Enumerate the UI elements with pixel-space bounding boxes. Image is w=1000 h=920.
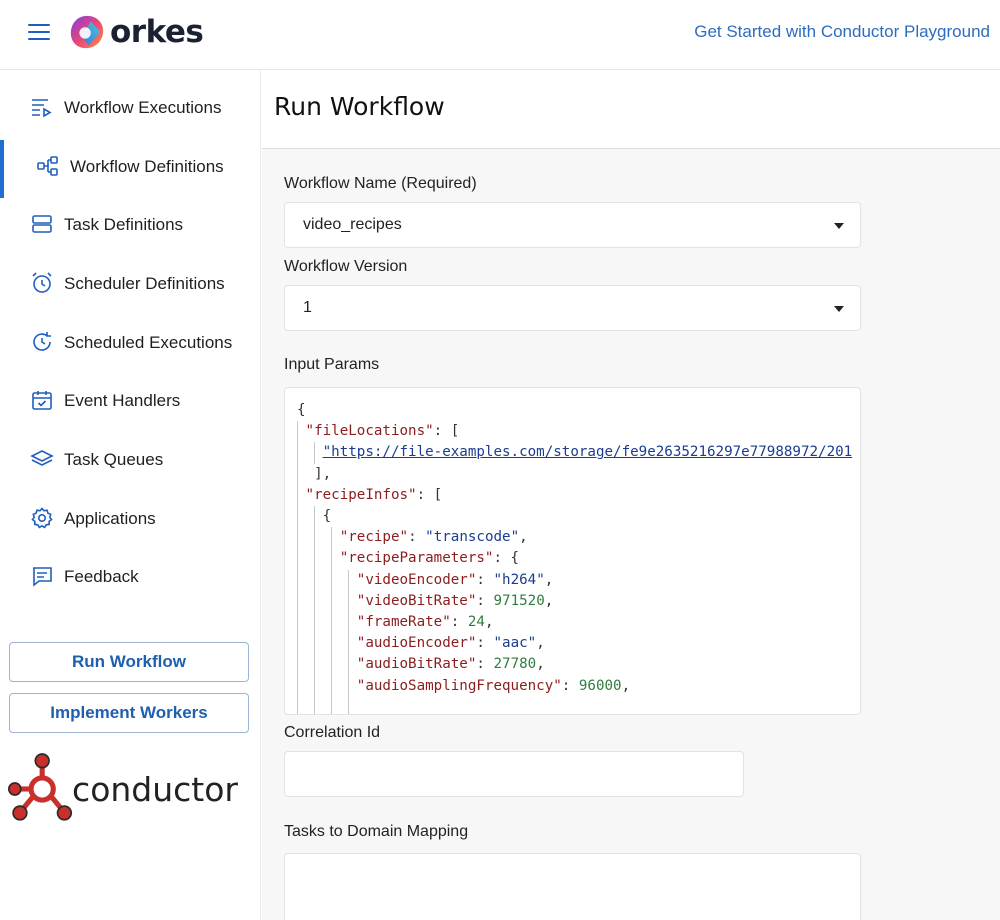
sidebar-item-scheduled-executions[interactable]: Scheduled Executions (0, 318, 261, 368)
sidebar-item-feedback[interactable]: Feedback (0, 552, 261, 602)
sidebar-item-workflow-executions[interactable]: Workflow Executions (0, 83, 261, 133)
workflow-definitions-icon (36, 154, 60, 178)
sidebar-item-label: Event Handlers (64, 391, 181, 410)
code-token: 24 (467, 614, 485, 631)
feedback-icon (30, 564, 54, 588)
calendar-check-icon (30, 388, 54, 412)
dropdown-caret-icon (834, 223, 844, 229)
code-token: "videoBitRate" (356, 592, 477, 609)
tasks-to-domain-input[interactable] (284, 853, 861, 920)
workflow-name-value: video_recipes (303, 216, 402, 233)
orkes-logo[interactable]: orkes (68, 12, 204, 52)
sidebar-item-label: Applications (64, 509, 156, 528)
gear-icon (30, 506, 54, 530)
workflow-version-select[interactable]: 1 (284, 285, 861, 331)
code-token: "audioBitRate" (356, 656, 477, 673)
input-params-editor[interactable]: { "fileLocations": [ "https://file-examp… (284, 387, 861, 715)
layers-icon (30, 447, 54, 471)
sidebar-item-label: Scheduled Executions (64, 333, 233, 352)
brand-name: orkes (110, 14, 204, 50)
sidebar-item-label: Scheduler Definitions (64, 274, 225, 293)
code-token: "recipeInfos" (305, 486, 417, 503)
workflow-name-label: Workflow Name (Required) (284, 175, 477, 192)
sidebar-item-label: Feedback (64, 567, 139, 586)
main-content: Run Workflow Workflow Name (Required) vi… (262, 70, 1000, 920)
conductor-logo: conductor (8, 744, 238, 834)
refresh-clock-icon (30, 330, 54, 354)
page-title: Run Workflow (274, 92, 445, 121)
code-token: "fileLocations" (305, 423, 434, 440)
sidebar-item-label: Workflow Executions (64, 98, 222, 117)
code-token: { (297, 402, 306, 418)
code-token: "transcode" (425, 529, 520, 546)
code-token: "https://file-examples.com/storage/fe9e2… (322, 444, 853, 461)
code-token: "recipeParameters" (339, 550, 494, 567)
code-token: "aac" (493, 635, 537, 652)
sidebar: Workflow Executions Workflow Definitions… (0, 70, 261, 920)
sidebar-item-task-queues[interactable]: Task Queues (0, 435, 261, 485)
code-token: 971520 (493, 592, 545, 609)
code-token: 27780 (493, 656, 537, 673)
hamburger-menu-icon[interactable] (28, 22, 50, 42)
input-params-label: Input Params (284, 356, 380, 373)
run-workflow-button[interactable]: Run Workflow (9, 642, 249, 682)
orkes-logo-mark-icon (70, 15, 104, 49)
sidebar-item-scheduler-definitions[interactable]: Scheduler Definitions (0, 259, 261, 309)
workflow-version-label: Workflow Version (284, 258, 408, 275)
code-token: "audioEncoder" (356, 635, 477, 652)
top-bar: orkes Get Started with Conductor Playgro… (0, 0, 1000, 70)
code-token: "videoEncoder" (356, 571, 477, 588)
code-token: "frameRate" (356, 614, 451, 631)
sidebar-item-event-handlers[interactable]: Event Handlers (0, 376, 261, 426)
input-params-json: { "fileLocations": [ "https://file-examp… (297, 402, 853, 694)
implement-workers-button[interactable]: Implement Workers (9, 693, 249, 733)
alarm-clock-icon (30, 271, 54, 295)
code-token: "h264" (493, 571, 545, 588)
sidebar-item-label: Workflow Definitions (70, 157, 224, 176)
dropdown-caret-icon (834, 306, 844, 312)
sidebar-item-label: Task Definitions (64, 215, 184, 234)
task-definitions-icon (30, 212, 54, 236)
page-header: Run Workflow (262, 70, 1000, 149)
sidebar-item-task-definitions[interactable]: Task Definitions (0, 200, 261, 250)
workflow-version-value: 1 (303, 299, 312, 316)
code-token: 96000 (578, 677, 622, 694)
sidebar-item-applications[interactable]: Applications (0, 494, 261, 544)
conductor-logo-mark-icon (8, 753, 73, 821)
code-token: "audioSamplingFrequency" (356, 677, 562, 694)
correlation-id-label: Correlation Id (284, 724, 381, 741)
tasks-to-domain-label: Tasks to Domain Mapping (284, 823, 469, 840)
correlation-id-input[interactable] (284, 751, 744, 797)
get-started-link[interactable]: Get Started with Conductor Playground (694, 22, 990, 42)
conductor-logo-text: conductor (72, 769, 238, 809)
workflow-executions-icon (30, 95, 54, 119)
code-token: "recipe" (339, 529, 409, 546)
workflow-name-select[interactable]: video_recipes (284, 202, 861, 248)
sidebar-item-workflow-definitions[interactable]: Workflow Definitions (0, 140, 261, 198)
sidebar-item-label: Task Queues (64, 450, 164, 469)
